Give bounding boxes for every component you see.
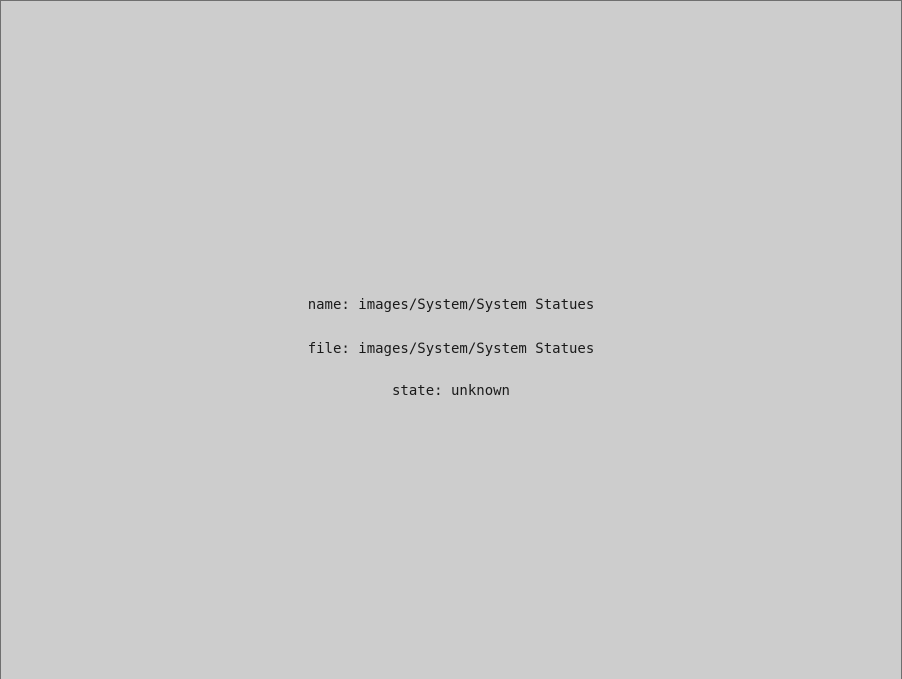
image-placeholder-panel: name: images/System/System Statues file:… — [0, 0, 902, 679]
image-state-text: state: unknown — [391, 383, 510, 399]
image-name-text: name: images/System/System Statues — [307, 297, 595, 313]
image-file-text: file: images/System/System Statues — [307, 341, 595, 357]
